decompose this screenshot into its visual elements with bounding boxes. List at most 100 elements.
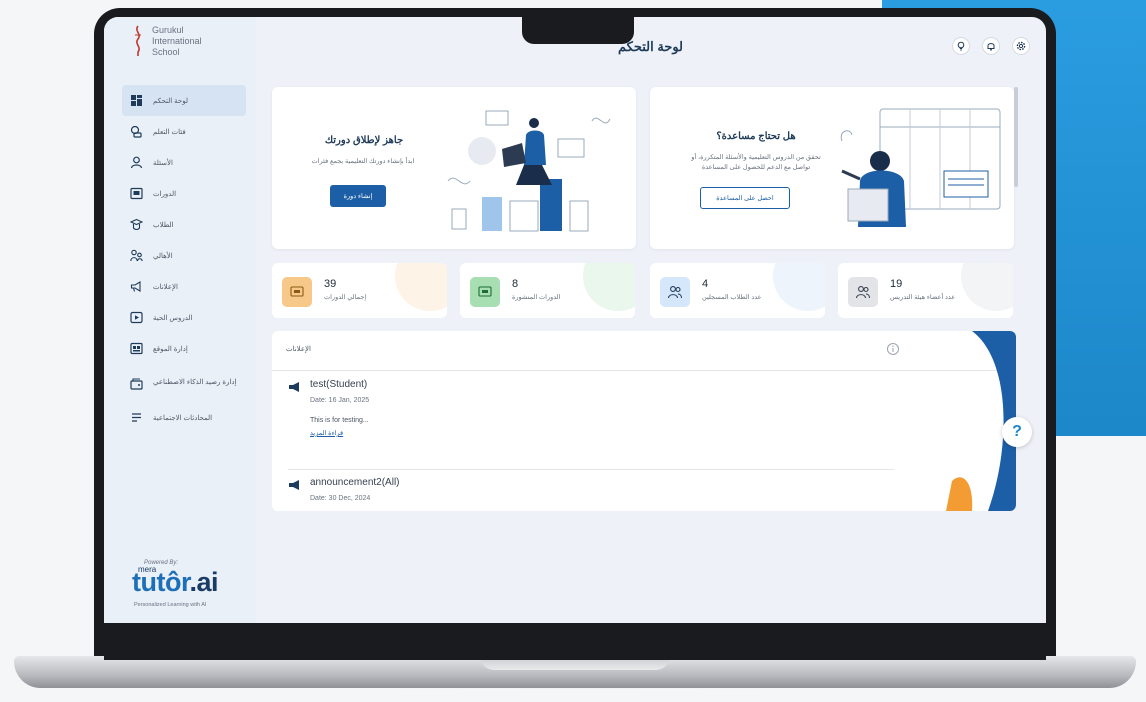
sidebar-item-label: الإعلانات: [153, 283, 178, 291]
sidebar-item-learning-categories[interactable]: فئات التعلم: [122, 116, 246, 147]
stat-card-faculty-members[interactable]: 19 عدد أعضاء هيئة التدريس: [838, 263, 1013, 318]
sidebar-item-dashboard[interactable]: لوحة التحكم: [122, 85, 246, 116]
sidebar-item-live-lessons[interactable]: الدروس الحية: [122, 302, 246, 333]
announcements-header: الإعلانات: [272, 331, 1016, 371]
course-icon: [290, 286, 304, 297]
read-more-link[interactable]: قراءة المزيد: [310, 429, 343, 437]
help-card-title: هل تحتاج مساعدة؟: [716, 131, 796, 142]
announcement-title: announcement2(All): [310, 477, 400, 488]
stat-label: إجمالي الدورات: [324, 294, 367, 301]
help-card: هل تحتاج مساعدة؟ تحقق من الدروس التعليمي…: [650, 87, 1014, 249]
school-logo[interactable]: Gurukul International School: [132, 25, 202, 58]
announcement-item[interactable]: test(Student) Date: 16 Jan, 2025 This is…: [288, 379, 888, 459]
announcement-date: Date: 16 Jan, 2025: [310, 397, 370, 404]
students-group-icon: [667, 286, 683, 299]
megaphone-icon: [289, 480, 299, 490]
stat-icon-bg: [660, 277, 690, 307]
sidebar-item-label: الطلاب: [153, 221, 174, 229]
learning-categories-icon: [130, 125, 142, 138]
stat-value: 4: [702, 278, 709, 290]
stat-icon-bg: [848, 277, 878, 307]
stat-decoration: [773, 263, 825, 311]
notifications-button[interactable]: [982, 37, 1000, 55]
courses-icon: [130, 187, 143, 200]
help-illustration: [840, 108, 1001, 227]
school-logo-icon: [135, 25, 141, 56]
school-name-line3: School: [152, 47, 180, 57]
help-card-desc-line1: تحقق من الدروس التعليمية والأسئلة المتكر…: [691, 154, 821, 161]
sidebar-item-label: الأسئلة: [153, 159, 173, 167]
gear-icon: [1016, 41, 1026, 51]
bell-icon: [987, 43, 995, 51]
announcement-title: test(Student): [310, 379, 368, 390]
students-icon: [130, 218, 143, 231]
sidebar-item-label: إدارة رصيد الذكاء الاصطناعي: [153, 379, 237, 386]
announcement-divider: [288, 469, 894, 470]
parents-icon: [130, 249, 143, 262]
sidebar-item-announcements[interactable]: الإعلانات: [122, 271, 246, 302]
lightbulb-icon: [957, 41, 965, 51]
announcement-item[interactable]: announcement2(All) Date: 30 Dec, 2024: [288, 477, 888, 511]
sidebar-item-label: الدورات: [153, 190, 177, 198]
announcements-icon: [130, 281, 141, 292]
school-name-line2: International: [152, 36, 202, 46]
lightbulb-button[interactable]: [952, 37, 970, 55]
brand-tagline: Personalized Learning with AI: [134, 602, 207, 608]
sidebar-item-ai-credits[interactable]: إدارة رصيد الذكاء الاصطناعي: [122, 364, 246, 402]
get-help-button[interactable]: احصل على المساعدة: [700, 187, 790, 209]
sidebar-item-label: الدروس الحية: [153, 314, 193, 322]
stat-value: 8: [512, 278, 519, 290]
stat-icon-bg: [470, 277, 500, 307]
help-card-desc-line2: تواصل مع الدعم للحصول على المساعدة: [701, 164, 811, 171]
help-fab-button[interactable]: ?: [1002, 417, 1032, 447]
megaphone-icon: [289, 382, 299, 392]
questions-icon: [130, 156, 143, 169]
dashboard-icon: [131, 95, 142, 106]
school-name: Gurukul International School: [152, 25, 202, 58]
course-launch-illustration: [447, 110, 611, 232]
camera-notch: [522, 17, 634, 44]
sidebar-item-site-management[interactable]: إدارة الموقع: [122, 333, 246, 364]
stat-label: عدد أعضاء هيئة التدريس: [890, 294, 956, 301]
sidebar-item-social-chats[interactable]: المحادثات الاجتماعية: [122, 402, 246, 433]
faculty-group-icon: [855, 286, 871, 299]
published-course-icon: [478, 286, 492, 297]
announcements-panel: الإعلانات test(Student) Date: 16 Jan, 20…: [272, 331, 1016, 511]
stat-card-published-courses[interactable]: 8 الدورات المنشورة: [460, 263, 635, 318]
announcement-date: Date: 30 Dec, 2024: [310, 495, 371, 502]
info-icon[interactable]: [886, 342, 900, 356]
announcement-body: This is for testing...: [310, 417, 369, 424]
main-scrollbar[interactable]: [1014, 87, 1018, 187]
school-name-line1: Gurukul: [152, 25, 184, 35]
sidebar-item-parents[interactable]: الأهالي: [122, 240, 246, 271]
sidebar-item-label: المحادثات الاجتماعية: [153, 414, 213, 422]
sidebar-nav: لوحة التحكم فئات التعلم الأسئلة الدورات …: [122, 85, 246, 433]
stat-card-registered-students[interactable]: 4 عدد الطلاب المسجلين: [650, 263, 825, 318]
stat-value: 39: [324, 278, 337, 290]
header: لوحة التحكم: [256, 17, 1046, 79]
stat-label: الدورات المنشورة: [512, 294, 561, 301]
create-course-button[interactable]: إنشاء دورة: [330, 185, 386, 207]
launch-course-card: جاهز لإطلاق دورتك ابدأ بإنشاء دورتك التع…: [272, 87, 636, 249]
sidebar-item-students[interactable]: الطلاب: [122, 209, 246, 240]
stat-decoration: [961, 263, 1013, 311]
sidebar-item-label: فئات التعلم: [153, 128, 186, 136]
stat-card-total-courses[interactable]: 39 إجمالي الدورات: [272, 263, 447, 318]
sidebar-item-label: إدارة الموقع: [153, 345, 188, 353]
question-mark-icon: ?: [1012, 423, 1022, 440]
ai-credits-icon: [130, 377, 143, 390]
brand-logo: tutôr.ai: [132, 567, 219, 598]
laptop-chin: [104, 623, 1046, 660]
stat-icon-bg: [282, 277, 312, 307]
launch-card-desc: ابدأ بإنشاء دورتك التعليمية بجمع فئرات: [311, 158, 415, 165]
settings-button[interactable]: [1012, 37, 1030, 55]
announcement-decoration: [946, 331, 1016, 511]
brand-ai: .ai: [189, 567, 219, 597]
sidebar-item-label: الأهالي: [153, 252, 173, 260]
laptop-screen: Gurukul International School لوحة التحكم…: [104, 17, 1046, 623]
sidebar-item-courses[interactable]: الدورات: [122, 178, 246, 209]
stat-decoration: [395, 263, 447, 311]
launch-card-title: جاهز لإطلاق دورتك: [324, 135, 404, 146]
sidebar-item-label: لوحة التحكم: [153, 97, 189, 105]
sidebar-item-questions[interactable]: الأسئلة: [122, 147, 246, 178]
